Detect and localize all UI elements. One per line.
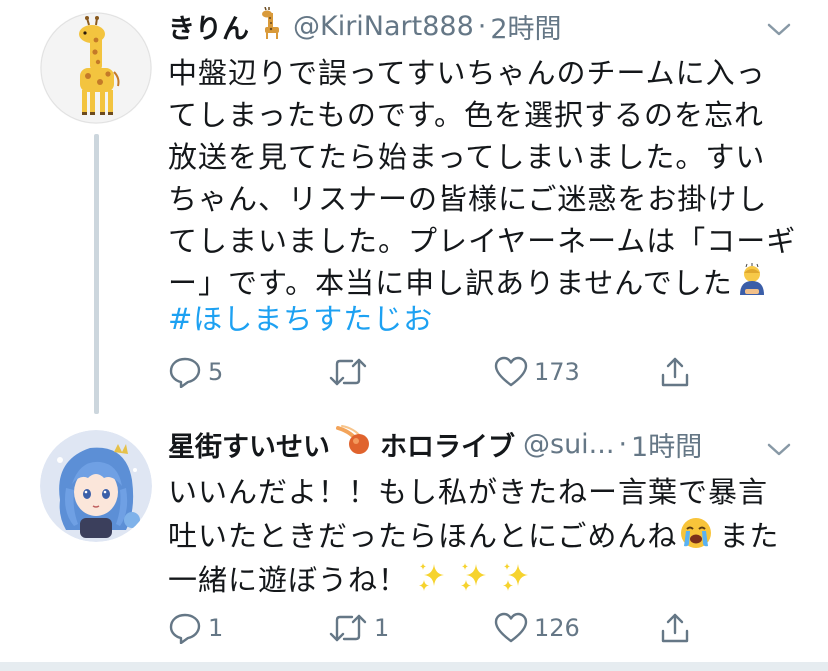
tweet-text-line: いいんだよ！！もし私がきたねー言葉で暴言 <box>168 475 769 509</box>
tweet-text-line: てしまいました。プレイヤーネームは「コーギ <box>168 224 797 258</box>
thread-connector-line <box>94 134 99 414</box>
bowing-person-emoji <box>735 263 769 307</box>
retweet-button[interactable] <box>328 352 374 392</box>
crying-face-emoji <box>679 516 713 560</box>
tweet-timestamp[interactable]: 1時間 <box>631 425 702 464</box>
like-count: 173 <box>534 358 580 386</box>
retweet-icon <box>329 614 367 642</box>
like-button[interactable]: 126 <box>494 608 580 648</box>
sparkles-emoji <box>458 560 492 604</box>
chevron-down-icon[interactable] <box>764 20 794 40</box>
display-name-suffix[interactable]: ホロライブ <box>380 425 515 464</box>
tweet-text-line: てしまったものです。色を選択するのを忘れ <box>168 98 764 132</box>
share-icon <box>661 357 689 387</box>
tweet-text-segment: また <box>719 519 780 553</box>
tweet-text-line: ちゃん、リスナーの皆様にご迷惑をお掛けし <box>168 182 768 216</box>
tweet-header: 星街すいせい ホロライブ @sui... · 1時間 <box>168 424 702 464</box>
reply-icon <box>169 613 201 644</box>
sparkles-emoji <box>500 560 534 604</box>
tweet-actions: 1 1 126 <box>168 608 708 648</box>
tweet-text-segment: 吐いたときだったらほんとにごめんね <box>168 519 678 553</box>
retweet-button[interactable]: 1 <box>328 608 389 648</box>
tweet-text-segment: 一緒に遊ぼうね！ <box>168 563 409 597</box>
tweet-text-line: 中盤辺りで誤ってすいちゃんのチームに入っ <box>168 56 766 90</box>
tweet-text-line: 放送を見てたら始まってしまいました。すい <box>168 140 766 174</box>
reply-button[interactable]: 5 <box>168 352 223 392</box>
suisei-avatar[interactable] <box>40 430 152 542</box>
comet-emoji <box>334 424 372 465</box>
user-handle[interactable]: @KiriNart888 <box>293 11 474 42</box>
tweet-kirin[interactable]: きりん @KiriNart888 · 2時間 中盤辺りで誤ってすいちゃんのチーム… <box>0 0 828 414</box>
display-name[interactable]: 星街すいせい <box>168 425 330 464</box>
heart-icon <box>494 356 528 387</box>
tweet-text-line: 一緒に遊ぼうね！ <box>168 560 534 604</box>
chevron-down-icon[interactable] <box>764 440 794 460</box>
display-name[interactable]: きりん <box>168 7 249 46</box>
separator-dot: · <box>618 428 628 460</box>
timeline-divider <box>0 662 828 671</box>
tweet-text-segment: ー」です。本当に申し訳ありませんでした <box>168 266 733 300</box>
giraffe-emoji <box>253 6 285 46</box>
heart-icon <box>494 612 528 643</box>
share-icon <box>661 613 689 643</box>
reply-count: 1 <box>208 614 224 642</box>
like-button[interactable]: 173 <box>494 352 580 392</box>
share-button[interactable] <box>658 352 698 392</box>
tweet-suisei[interactable]: 星街すいせい ホロライブ @sui... · 1時間 いいんだよ！！もし私がきた… <box>0 410 828 662</box>
sparkles-emoji <box>416 560 450 604</box>
tweet-timestamp[interactable]: 2時間 <box>490 7 561 46</box>
separator-dot: · <box>477 10 487 42</box>
reply-icon <box>169 357 201 388</box>
share-button[interactable] <box>658 608 698 648</box>
tweet-actions: 5 173 <box>168 352 708 392</box>
user-handle[interactable]: @sui... <box>523 429 614 460</box>
reply-count: 5 <box>208 358 224 386</box>
giraffe-avatar[interactable] <box>40 12 152 124</box>
like-count: 126 <box>534 614 580 642</box>
tweet-header: きりん @KiriNart888 · 2時間 <box>168 6 562 46</box>
retweet-icon <box>329 358 367 386</box>
retweet-count: 1 <box>374 614 390 642</box>
tweet-text-line: 吐いたときだったらほんとにごめんね また <box>168 516 779 560</box>
reply-button[interactable]: 1 <box>168 608 223 648</box>
hashtag-link[interactable]: #ほしまちすたじお <box>168 299 433 339</box>
